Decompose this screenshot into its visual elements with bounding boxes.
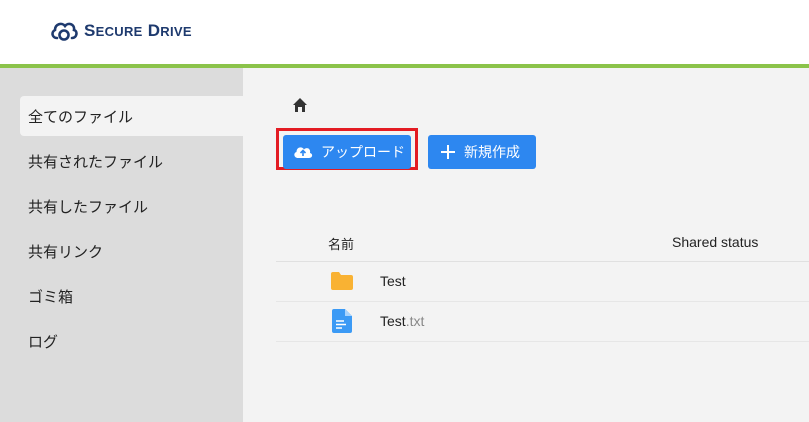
table-header: 名前 Shared status [276,228,809,262]
file-text-icon [332,309,352,333]
new-button[interactable]: 新規作成 [428,135,536,169]
home-icon[interactable] [292,97,308,113]
main-content: アップロード 新規作成 名前 Shared status Test Test.t… [243,68,809,422]
new-button-label: 新規作成 [464,145,520,161]
table-row[interactable]: Test [276,262,809,302]
app-header: SECURE DRIVE [0,0,809,64]
folder-icon [331,272,353,290]
column-name-header[interactable]: 名前 [328,234,354,253]
sidebar-item-logs[interactable]: ログ [20,321,243,361]
upload-button[interactable]: アップロード [283,135,411,169]
sidebar-item-shared-with-me[interactable]: 共有されたファイル [20,141,243,181]
brand-name: SECURE DRIVE [84,21,192,40]
sidebar-item-trash[interactable]: ゴミ箱 [20,276,243,316]
sidebar: 全てのファイル 共有されたファイル 共有したファイル 共有リンク ゴミ箱 ログ [0,68,243,422]
sidebar-item-label: 共有されたファイル [28,152,164,171]
table-row[interactable]: Test.txt [276,302,809,342]
sidebar-item-label: ゴミ箱 [28,287,74,306]
sidebar-item-label: 共有リンク [28,242,104,261]
logo[interactable]: SECURE DRIVE [50,18,192,44]
sidebar-item-label: 全てのファイル [28,107,134,126]
sidebar-item-label: 共有したファイル [28,197,149,216]
cloud-upload-icon [294,147,313,158]
sidebar-item-label: ログ [28,332,59,351]
cloud-logo-icon [51,22,78,41]
sidebar-item-shared-links[interactable]: 共有リンク [20,231,243,271]
file-name[interactable]: Test [380,273,406,289]
upload-button-label: アップロード [321,145,405,161]
sidebar-item-all-files[interactable]: 全てのファイル [20,96,243,136]
file-name[interactable]: Test.txt [380,313,424,329]
plus-icon [441,145,455,159]
sidebar-item-shared-by-me[interactable]: 共有したファイル [20,186,243,226]
column-shared-status-header[interactable]: Shared status [672,234,758,250]
